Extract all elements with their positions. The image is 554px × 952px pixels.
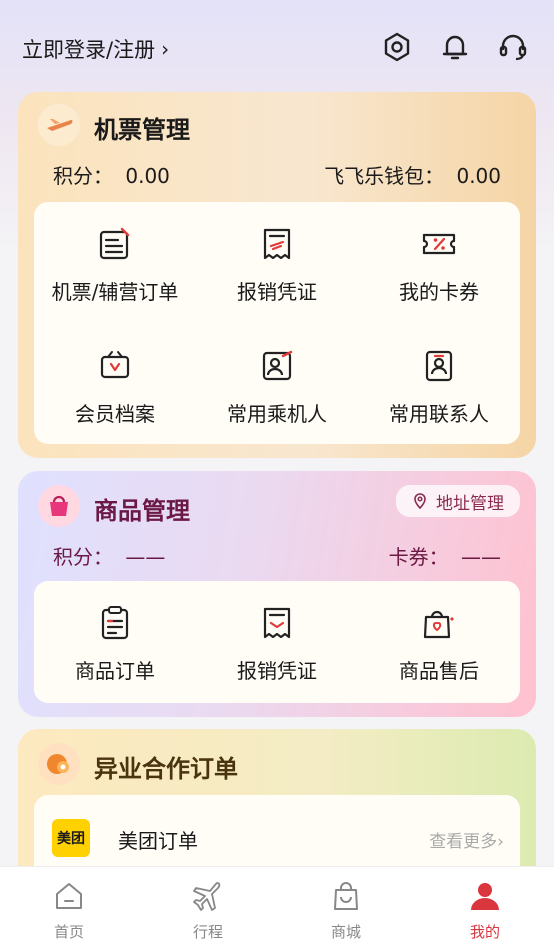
after-sale-button[interactable]: 商品售后	[358, 603, 520, 684]
goods-receipt-button[interactable]: 报销凭证	[196, 603, 358, 684]
chevron-right-icon: ›	[161, 37, 170, 61]
coupon-button[interactable]: 我的卡券	[358, 224, 520, 305]
shopping-bag-badge-icon	[38, 485, 80, 527]
flight-menu-panel: 机票/辅营订单 报销凭证 我的卡券 会员档案 常用乘机人 常用联系人	[34, 202, 520, 444]
points-label: 积分：	[53, 545, 113, 569]
goods-order-button[interactable]: 商品订单	[34, 603, 196, 684]
member-file-label: 会员档案	[75, 402, 155, 426]
view-more-link[interactable]: 查看更多›	[429, 827, 504, 852]
partner-title: 异业合作订单	[94, 755, 238, 783]
tab-mine[interactable]: 我的	[445, 879, 525, 942]
after-sale-label: 商品售后	[399, 659, 479, 683]
passenger-icon	[257, 346, 297, 386]
tab-trips[interactable]: 行程	[168, 879, 248, 942]
plane-badge-icon	[38, 104, 80, 146]
settings-icon[interactable]	[380, 30, 414, 64]
goods-order-label: 商品订单	[75, 659, 155, 683]
coupon-count-label: 卡券：	[388, 545, 449, 569]
flight-order-label: 机票/辅营订单	[51, 280, 179, 304]
contact-icon	[419, 346, 459, 386]
home-icon	[56, 883, 82, 909]
order-list-icon	[95, 224, 135, 264]
shopping-bag-icon	[334, 882, 358, 910]
goods-management-card: 商品管理 地址管理 积分： —— 卡券： —— 商品订单 报销凭证 商品售后	[18, 471, 536, 717]
member-file-icon	[95, 346, 135, 386]
tab-mine-label: 我的	[469, 923, 500, 941]
points-value: 0.00	[125, 164, 170, 188]
coupon-icon	[419, 224, 459, 264]
address-management-button[interactable]: 地址管理	[396, 485, 520, 517]
login-register-link[interactable]: 立即登录/注册 ›	[22, 34, 169, 64]
goods-points: 积分： ——	[53, 541, 165, 570]
meituan-logo: 美团	[52, 819, 90, 857]
flight-receipt-button[interactable]: 报销凭证	[196, 224, 358, 305]
points-label: 积分：	[53, 164, 113, 188]
wallet-value: 0.00	[456, 164, 501, 188]
meituan-order-label: 美团订单	[118, 829, 198, 853]
passenger-button[interactable]: 常用乘机人	[196, 346, 358, 427]
flight-points-row: 积分： 0.00 飞飞乐钱包： 0.00	[53, 160, 501, 189]
bottom-tab-bar: 首页 行程 商城 我的	[0, 866, 554, 952]
bell-icon[interactable]	[438, 30, 472, 64]
passenger-label: 常用乘机人	[227, 402, 327, 426]
user-icon	[471, 883, 499, 910]
header: 立即登录/注册 ›	[0, 0, 554, 96]
wallet-label: 飞飞乐钱包：	[324, 164, 445, 188]
tab-mall-label: 商城	[330, 923, 361, 941]
flight-title: 机票管理	[94, 116, 190, 144]
goods-title: 商品管理	[94, 497, 190, 525]
login-label: 立即登录/注册	[22, 38, 156, 62]
receipt-icon	[257, 224, 297, 264]
goods-receipt-label: 报销凭证	[237, 659, 317, 683]
address-label: 地址管理	[436, 493, 504, 514]
headset-icon[interactable]	[496, 30, 530, 64]
after-sale-bag-icon	[419, 603, 459, 643]
tab-mall[interactable]: 商城	[306, 879, 386, 942]
flight-wallet[interactable]: 飞飞乐钱包： 0.00	[324, 160, 501, 189]
points-value: ——	[125, 545, 166, 569]
flight-receipt-label: 报销凭证	[237, 280, 317, 304]
clipboard-icon	[95, 603, 135, 643]
goods-menu-panel: 商品订单 报销凭证 商品售后	[34, 581, 520, 703]
tab-home[interactable]: 首页	[29, 879, 109, 942]
flight-points: 积分： 0.00	[53, 160, 170, 189]
coupon-label: 我的卡券	[399, 280, 479, 304]
plane-icon	[193, 882, 221, 911]
receipt-icon	[257, 603, 297, 643]
partner-badge-icon	[38, 743, 80, 785]
goods-coupons[interactable]: 卡券： ——	[389, 541, 501, 570]
flight-order-button[interactable]: 机票/辅营订单	[34, 224, 196, 305]
member-file-button[interactable]: 会员档案	[34, 346, 196, 427]
goods-points-row: 积分： —— 卡券： ——	[53, 541, 501, 570]
flight-management-card: 机票管理 积分： 0.00 飞飞乐钱包： 0.00 机票/辅营订单 报销凭证 我…	[18, 92, 536, 458]
coupon-count-value: ——	[461, 545, 501, 569]
contact-button[interactable]: 常用联系人	[358, 346, 520, 427]
tab-home-label: 首页	[53, 923, 84, 941]
contact-label: 常用联系人	[389, 402, 489, 426]
location-pin-icon	[414, 493, 426, 509]
tab-trips-label: 行程	[192, 923, 223, 941]
